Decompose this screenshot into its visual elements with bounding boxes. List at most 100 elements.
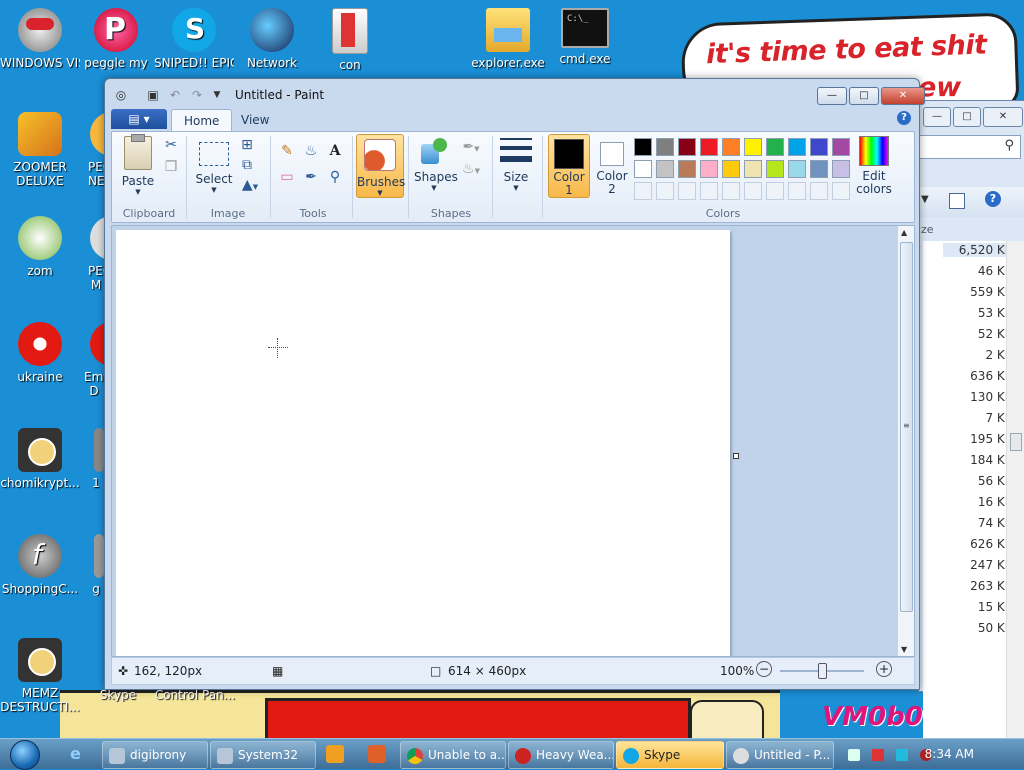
desktop-icon-network[interactable]: Network: [232, 8, 312, 70]
scroll-down-icon[interactable]: ▼: [901, 645, 907, 654]
canvas-resize-handle[interactable]: [733, 453, 739, 459]
desktop-icon-g[interactable]: g: [88, 534, 104, 596]
file-size-cell[interactable]: 2 KB: [943, 348, 1013, 362]
file-menu-button[interactable]: ▤ ▾: [111, 109, 167, 129]
zoom-in-button[interactable]: +: [876, 661, 892, 677]
brushes-button[interactable]: Brushes ▼: [356, 134, 405, 198]
taskbar-item-heavy-weapon[interactable]: Heavy Wea...: [508, 741, 614, 769]
resize-icon[interactable]: ⧉: [238, 156, 256, 174]
copy-icon[interactable]: ❐: [162, 158, 180, 176]
file-size-cell[interactable]: 559 KB: [943, 285, 1013, 299]
app-icon[interactable]: [368, 745, 386, 763]
paste-button[interactable]: Paste ▼: [118, 134, 158, 196]
eraser-icon[interactable]: ▭: [278, 168, 296, 186]
fill-shape-icon[interactable]: ♨▼: [458, 160, 484, 178]
file-size-cell[interactable]: 263 KB: [943, 579, 1013, 593]
palette-swatch-empty[interactable]: [832, 182, 850, 200]
palette-swatch[interactable]: [766, 160, 784, 178]
file-size-cell[interactable]: 74 KB: [943, 516, 1013, 530]
desktop-icon-pec-m[interactable]: PEC M: [70, 216, 104, 292]
file-size-cell[interactable]: 247 KB: [943, 558, 1013, 572]
taskbar-item-paint[interactable]: Untitled - P...: [726, 741, 834, 769]
file-list[interactable]: 6,520 KB 46 KB 559 KB 53 KB 52 KB 2 KB 636 KB 1…: [923, 241, 1013, 741]
palette-swatch-empty[interactable]: [744, 182, 762, 200]
palette-swatch[interactable]: [832, 138, 850, 156]
minimize-button[interactable]: —: [817, 87, 847, 105]
palette-swatch-empty[interactable]: [700, 182, 718, 200]
desktop-icon-memz[interactable]: MEMZ DESTRUCTI...: [0, 638, 80, 714]
edit-colors-button[interactable]: Edit colors: [854, 136, 894, 196]
scrollbar-thumb[interactable]: [1010, 433, 1022, 451]
palette-swatch[interactable]: [634, 160, 652, 178]
desktop-icon-shoppingc[interactable]: f ShoppingC...: [0, 534, 80, 596]
desktop-icon-zoomer-deluxe[interactable]: ZOOMER DELUXE: [0, 112, 80, 188]
zoom-out-button[interactable]: −: [756, 661, 772, 677]
desktop-icon-control-panel[interactable]: Control Pan...: [152, 688, 238, 702]
color1-button[interactable]: Color 1: [548, 134, 590, 198]
desktop-icon-chomikrypt[interactable]: chomikrypt...: [0, 428, 80, 490]
desktop-icon-explorer-exe[interactable]: explorer.exe: [468, 8, 548, 70]
palette-swatch-empty[interactable]: [722, 182, 740, 200]
drawing-canvas[interactable]: [116, 230, 730, 656]
media-player-icon[interactable]: [326, 745, 344, 763]
tray-icon-1[interactable]: [848, 749, 860, 761]
start-button[interactable]: [6, 739, 48, 770]
file-size-cell[interactable]: 626 KB: [943, 537, 1013, 551]
file-size-cell[interactable]: 56 KB: [943, 474, 1013, 488]
maximize-button[interactable]: □: [849, 87, 879, 105]
palette-swatch[interactable]: [744, 138, 762, 156]
palette-swatch[interactable]: [788, 138, 806, 156]
desktop-icon-sniped[interactable]: S SNIPED!! EPIC: [154, 8, 234, 70]
preview-pane-icon[interactable]: [949, 193, 965, 209]
file-size-cell[interactable]: 6,520 KB: [943, 243, 1013, 257]
file-size-cell[interactable]: 195 KB: [943, 432, 1013, 446]
pencil-icon[interactable]: ✎: [278, 142, 296, 160]
palette-swatch[interactable]: [810, 160, 828, 178]
text-icon[interactable]: A: [326, 142, 344, 160]
palette-swatch[interactable]: [744, 160, 762, 178]
customize-qat-icon[interactable]: ▼: [209, 87, 225, 103]
palette-swatch[interactable]: [700, 138, 718, 156]
color-picker-icon[interactable]: ✒: [302, 168, 320, 186]
select-button[interactable]: Select ▼: [194, 136, 234, 194]
magnifier-icon[interactable]: ⚲: [326, 168, 344, 186]
canvas-area[interactable]: ▲ ≡ ▼: [111, 225, 915, 657]
desktop-icon-zom[interactable]: zom: [0, 216, 80, 278]
desktop-icon-emb[interactable]: Emb D: [70, 322, 104, 398]
paint-app-icon[interactable]: ◎: [113, 87, 129, 103]
taskbar-item-system32[interactable]: System32: [210, 741, 316, 769]
file-size-cell[interactable]: 636 KB: [943, 369, 1013, 383]
shapes-button[interactable]: Shapes ▼: [414, 136, 458, 192]
desktop-icon-ukraine[interactable]: ukraine: [0, 322, 80, 384]
palette-swatch[interactable]: [700, 160, 718, 178]
tab-view[interactable]: View: [229, 109, 281, 131]
palette-swatch[interactable]: [678, 160, 696, 178]
palette-swatch[interactable]: [634, 138, 652, 156]
explorer-window[interactable]: — □ ✕ ⚲ ▼ ? ze 6,520 KB 46 KB 559 KB 53 KB 5…: [918, 100, 1024, 741]
file-size-cell[interactable]: 46 KB: [943, 264, 1013, 278]
redo-icon[interactable]: ↷: [189, 87, 205, 103]
close-button[interactable]: ✕: [983, 107, 1023, 127]
help-icon[interactable]: ?: [985, 191, 1001, 207]
desktop-icon-windows-vista[interactable]: WINDOWS VISTA: [0, 8, 80, 70]
file-size-cell[interactable]: 50 KB: [943, 621, 1013, 635]
scroll-up-icon[interactable]: ▲: [901, 228, 907, 237]
palette-swatch-empty[interactable]: [678, 182, 696, 200]
desktop-icon-1[interactable]: 1: [88, 428, 104, 490]
palette-swatch[interactable]: [656, 138, 674, 156]
cut-icon[interactable]: ✂: [162, 136, 180, 154]
palette-swatch[interactable]: [656, 160, 674, 178]
flag-icon[interactable]: [872, 749, 884, 761]
palette-swatch-empty[interactable]: [656, 182, 674, 200]
color2-button[interactable]: Color 2: [592, 134, 632, 196]
file-size-cell[interactable]: 15 KB: [943, 600, 1013, 614]
desktop-icon-peggle[interactable]: P peggle my: [76, 8, 156, 70]
taskbar-item-digibrony[interactable]: digibrony: [102, 741, 208, 769]
rotate-icon[interactable]: ▲▼: [238, 176, 262, 194]
zoom-slider-thumb[interactable]: [818, 663, 827, 679]
palette-swatch[interactable]: [766, 138, 784, 156]
undo-icon[interactable]: ↶: [167, 87, 183, 103]
maximize-button[interactable]: □: [953, 107, 981, 127]
desktop-icon-cmd-exe[interactable]: C:\_ cmd.exe: [545, 8, 625, 66]
tab-home[interactable]: Home: [171, 109, 233, 132]
